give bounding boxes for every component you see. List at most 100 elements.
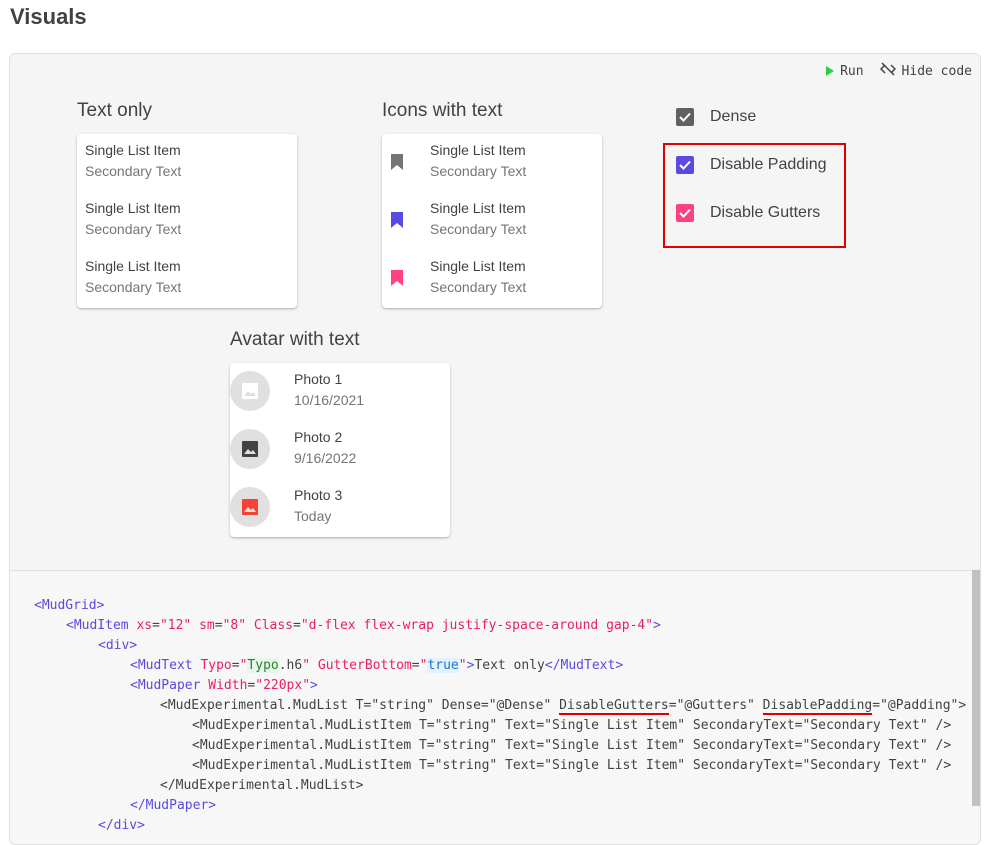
list-item-secondary: Secondary Text: [85, 279, 182, 295]
text-only-list: Single List Item Secondary Text Single L…: [77, 134, 297, 308]
code-bracket: </: [130, 798, 146, 813]
text-only-title: Text only: [77, 100, 152, 121]
code-quote: ": [458, 658, 467, 673]
code-bracket: <: [130, 658, 138, 673]
list-item-secondary: 10/16/2021: [294, 392, 365, 408]
list-item[interactable]: Photo 2 9/16/2022: [230, 421, 450, 479]
list-item-primary: Single List Item: [85, 200, 181, 216]
code-attr: Typo: [200, 658, 232, 673]
list-item-primary: Photo 3: [294, 487, 343, 503]
list-item-primary: Photo 2: [294, 429, 343, 445]
list-item[interactable]: Single List Item Secondary Text: [382, 250, 602, 308]
hide-code-button[interactable]: Hide code: [879, 62, 972, 80]
code-equals: =: [152, 618, 160, 633]
code-quote: ": [302, 658, 311, 673]
code-attr: Class: [253, 618, 294, 633]
code-attr: Width: [208, 678, 248, 693]
code-attr: sm: [199, 618, 215, 633]
dense-checkbox[interactable]: Dense: [676, 108, 756, 126]
code-bracket: >: [653, 618, 661, 633]
dense-label: Dense: [710, 108, 757, 125]
code-line: <MudExperimental.MudListItem T="string" …: [192, 738, 952, 753]
code-line: <MudItem xs="12" sm="8" Class="d-flex fl…: [66, 618, 661, 633]
avatar: [230, 487, 270, 527]
code-equals: =: [411, 658, 420, 673]
list-item-primary: Single List Item: [85, 258, 181, 274]
list-item-secondary: 9/16/2022: [294, 450, 357, 466]
page-title: Visuals: [10, 4, 87, 29]
code-line: <MudExperimental.MudList T="string" Dens…: [160, 698, 967, 715]
bookmark-icon: [391, 270, 403, 286]
list-item-secondary: Secondary Text: [85, 221, 182, 237]
code-equals: =: [214, 618, 223, 633]
code-toolbar: Run Hide code: [826, 62, 972, 80]
list-item-secondary: Today: [294, 508, 332, 524]
code-line: </MudExperimental.MudList>: [160, 778, 364, 793]
code-underlined-attr: DisableGutters: [559, 698, 669, 715]
play-icon: [826, 66, 835, 76]
code-bracket: <: [98, 638, 106, 653]
icons-with-text-list: Single List Item Secondary Text Single L…: [382, 134, 602, 308]
code-line: <MudExperimental.MudListItem T="string" …: [192, 718, 952, 733]
code-value: "d-flex flex-wrap justify-space-around g…: [300, 618, 654, 633]
code-block: <MudGrid> <MudItem xs="12" sm="8" Class=…: [10, 570, 980, 844]
avatar-with-text-list: Photo 1 10/16/2021 Photo 2 9/16/2022 Pho…: [230, 363, 450, 537]
run-label: Run: [840, 63, 864, 79]
list-item-primary: Single List Item: [85, 142, 181, 158]
code-bracket: >: [310, 678, 318, 693]
list-item[interactable]: Photo 1 10/16/2021: [230, 363, 450, 421]
list-item-primary: Single List Item: [430, 200, 526, 216]
code-text: ="@Gutters": [668, 698, 763, 713]
code-equals: =: [231, 658, 240, 673]
code-equals: =: [293, 618, 301, 633]
list-item[interactable]: Single List Item Secondary Text: [77, 250, 297, 308]
code-line: <MudPaper Width="220px">: [130, 678, 318, 693]
code-line: <div>: [98, 638, 137, 653]
code-value: Typo: [247, 658, 279, 673]
list-item[interactable]: Single List Item Secondary Text: [77, 134, 297, 192]
list-item[interactable]: Photo 3 Today: [230, 479, 450, 537]
list-item[interactable]: Single List Item Secondary Text: [382, 134, 602, 192]
run-button[interactable]: Run: [826, 62, 864, 80]
code-tag: div: [105, 638, 130, 653]
code-scrollbar[interactable]: [972, 570, 980, 806]
code-tag: MudText: [137, 658, 193, 673]
avatar: [230, 429, 270, 469]
avatar: [230, 371, 270, 411]
code-off-icon: [879, 62, 896, 80]
list-item-primary: Photo 1: [294, 371, 343, 387]
image-icon: [242, 441, 258, 457]
list-item-primary: Single List Item: [430, 142, 526, 158]
list-item[interactable]: Single List Item Secondary Text: [77, 192, 297, 250]
code-value: true: [427, 658, 459, 673]
code-bracket: <: [34, 598, 42, 613]
code-tag: MudPaper: [145, 798, 209, 813]
code-tag: MudPaper: [137, 678, 201, 693]
hide-code-label: Hide code: [901, 63, 972, 79]
code-line: <MudGrid>: [34, 598, 104, 613]
code-bracket: <: [66, 618, 74, 633]
list-item[interactable]: Single List Item Secondary Text: [382, 192, 602, 250]
code-tag: MudItem: [73, 618, 129, 633]
code-value: "220px": [255, 678, 311, 693]
code-line: <MudExperimental.MudListItem T="string" …: [192, 758, 952, 773]
code-value: .h6: [278, 658, 303, 673]
image-icon: [242, 383, 258, 399]
code-value: "8": [222, 618, 247, 633]
list-item-secondary: Secondary Text: [430, 279, 527, 295]
image-icon: [242, 499, 258, 515]
list-item-primary: Single List Item: [430, 258, 526, 274]
code-bracket: >: [208, 798, 217, 813]
code-text: Text only: [474, 658, 545, 673]
code-line: </MudPaper>: [130, 798, 216, 813]
code-bracket: >: [96, 598, 105, 613]
code-bracket: </: [544, 658, 561, 673]
code-tag: MudGrid: [41, 598, 97, 613]
code-bracket: >: [129, 638, 138, 653]
bookmark-icon: [391, 212, 403, 228]
code-text: ="@Padding">: [872, 698, 967, 713]
code-bracket: <: [130, 678, 138, 693]
bookmark-icon: [391, 154, 403, 170]
highlight-box: [663, 143, 846, 248]
avatar-with-text-title: Avatar with text: [230, 329, 360, 350]
